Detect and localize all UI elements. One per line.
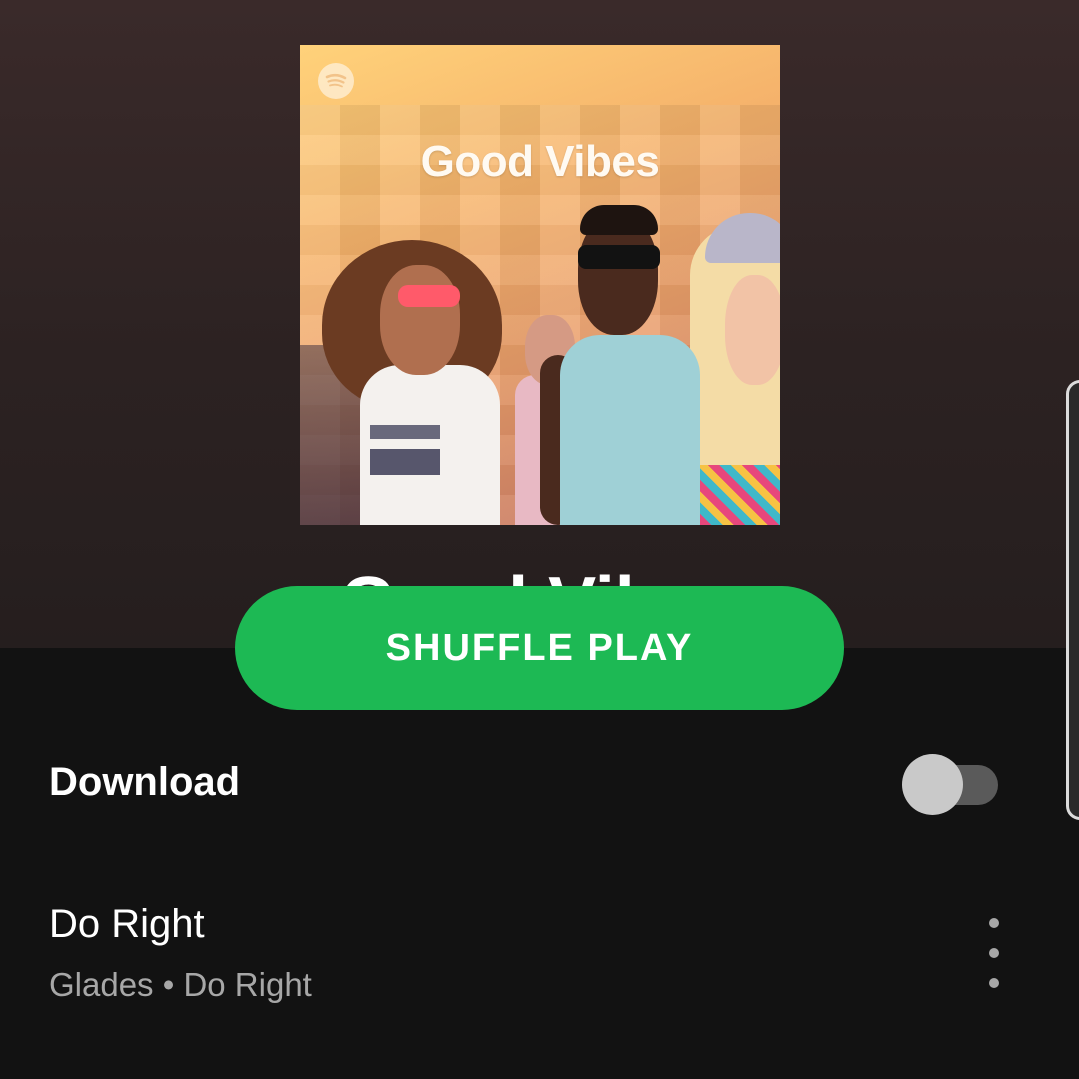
download-toggle[interactable]: [902, 754, 998, 816]
track-title: Do Right: [49, 902, 205, 946]
toggle-knob: [902, 754, 963, 815]
track-subtitle: Glades • Do Right: [49, 966, 312, 1003]
cover-title-text: Good Vibes: [420, 137, 660, 186]
shuffle-play-button[interactable]: SHUFFLE PLAY: [235, 586, 844, 710]
dot: [989, 978, 999, 988]
spotify-logo-icon: [318, 63, 354, 99]
more-options-icon[interactable]: [974, 918, 1014, 988]
cover-person: [398, 285, 460, 307]
playlist-screen: Good Vibes Good Vibes SHUFFLE PLAY Downl…: [0, 0, 1079, 1079]
dot: [989, 948, 999, 958]
track-row[interactable]: Do Right Glades • Do Right: [0, 890, 1079, 1020]
scrollbar-handle[interactable]: [1066, 380, 1079, 820]
cover-person: [725, 275, 780, 385]
dot: [989, 918, 999, 928]
cover-person: [700, 465, 780, 525]
cover-person: [578, 245, 660, 269]
cover-person: [380, 265, 460, 375]
cover-shirt-graphic: [370, 425, 440, 475]
playlist-cover-art: Good Vibes: [300, 45, 780, 525]
download-row: Download: [0, 740, 1079, 830]
download-label: Download: [49, 760, 241, 804]
cover-person: [580, 205, 658, 235]
cover-person: [560, 335, 700, 525]
